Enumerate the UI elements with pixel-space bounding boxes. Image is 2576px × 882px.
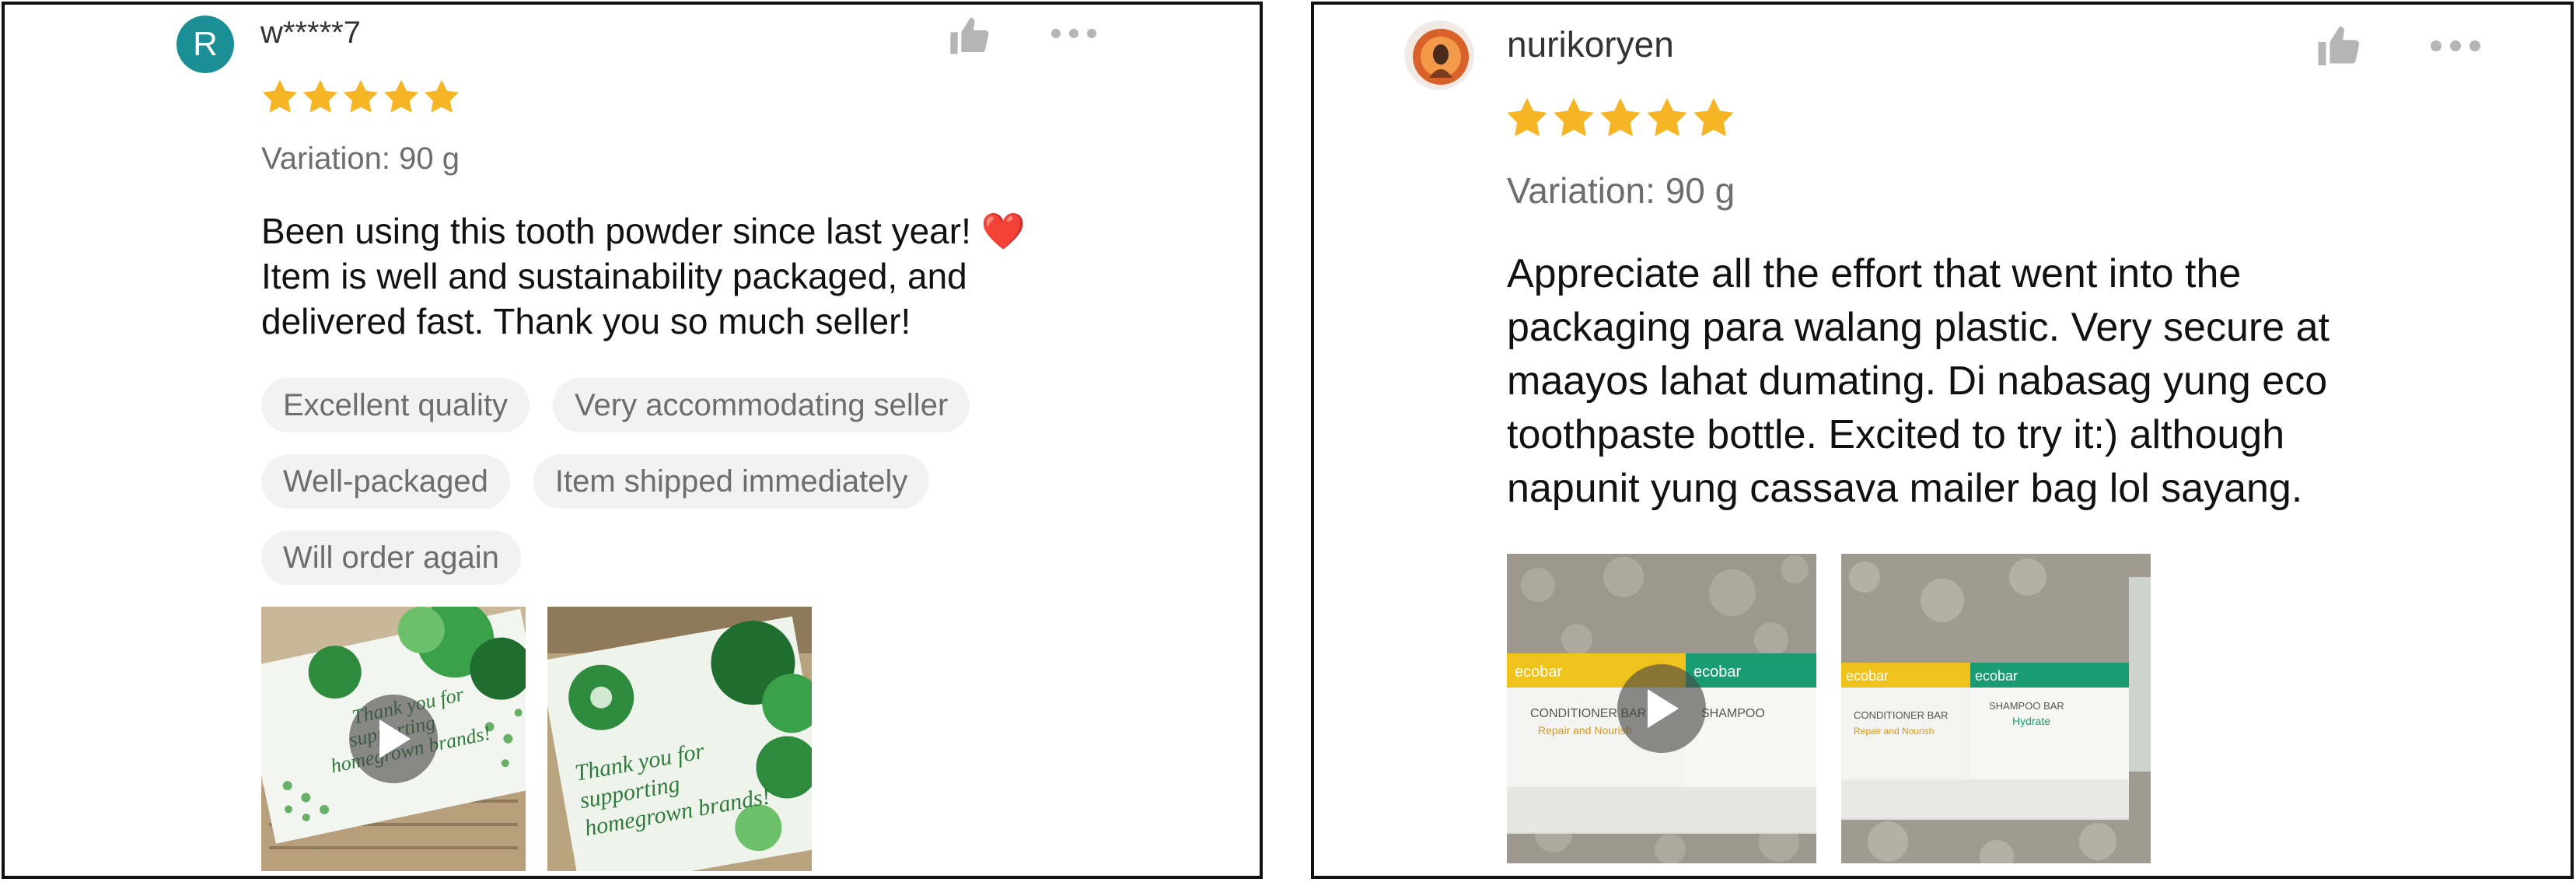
product-variation: Variation: 90 g [261, 142, 460, 176]
review-text-line: toothpaste bottle. Excited to try it:) a… [1507, 412, 2285, 457]
svg-text:ecobar: ecobar [1693, 663, 1741, 681]
star-icon [383, 79, 420, 114]
svg-text:Repair and Nourish: Repair and Nourish [1854, 726, 1934, 737]
star-icon [342, 79, 379, 114]
user-avatar[interactable] [1404, 20, 1474, 90]
review-text-line: Been using this tooth powder since last … [261, 211, 1026, 251]
svg-text:SHAMPOO BAR: SHAMPOO BAR [1989, 700, 2064, 712]
review-tag: Will order again [261, 530, 521, 585]
star-icon [302, 79, 339, 114]
thumbs-up-icon [950, 17, 989, 54]
review-text-line: Appreciate all the effort that went into… [1507, 251, 2242, 296]
review-video-thumbnail[interactable]: ecobar CONDITIONER BAR Repair and Nouris… [1507, 554, 1816, 863]
play-icon [379, 719, 411, 758]
play-button[interactable] [349, 695, 438, 783]
review-tag: Item shipped immediately [533, 454, 930, 509]
svg-text:Hydrate: Hydrate [2012, 715, 2050, 727]
review-text: Been using this tooth powder since last … [261, 208, 1026, 344]
reviewer-username: w*****7 [260, 16, 361, 50]
svg-text:ecobar: ecobar [1846, 668, 1889, 684]
review-text-line: napunit yung cassava mailer bag lol saya… [1507, 466, 2303, 511]
star-rating [261, 79, 460, 114]
review-tag: Well-packaged [261, 454, 510, 509]
svg-text:SHAMPOO: SHAMPOO [1701, 707, 1765, 720]
like-button[interactable] [945, 12, 995, 59]
review-text-line: packaging para walang plastic. Very secu… [1507, 305, 2330, 350]
review-card: nurikoryen Variation: 90 g Appreciate al… [1311, 2, 2574, 879]
more-options-icon [1051, 29, 1096, 38]
more-options-button[interactable] [1048, 22, 1099, 45]
review-tags: Excellent quality Very accommodating sel… [261, 378, 1054, 585]
star-icon [1692, 96, 1735, 138]
review-video-thumbnail[interactable]: Thank you for supporting homegrown brand… [261, 607, 526, 871]
review-text: Appreciate all the effort that went into… [1507, 247, 2330, 516]
reviewer-username: nurikoryen [1507, 24, 1674, 65]
thumbs-up-icon [2318, 26, 2360, 65]
review-text-line: maayos lahat dumating. Di nabasag yung e… [1507, 359, 2328, 404]
review-text-line: Item is well and sustainability packaged… [261, 256, 967, 296]
star-icon [1645, 96, 1689, 138]
svg-text:ecobar: ecobar [1515, 663, 1562, 681]
avatar-letter: R [193, 25, 218, 63]
avatar-photo [1406, 22, 1473, 89]
review-image-thumbnail[interactable]: ecobar CONDITIONER BAR Repair and Nouris… [1841, 554, 2151, 863]
star-icon [423, 79, 460, 114]
star-icon [261, 79, 299, 114]
review-image-thumbnail[interactable]: Thank you for supporting homegrown brand… [547, 607, 812, 871]
review-card: R w*****7 Variation: 90 g Been using thi… [2, 2, 1263, 879]
review-tag: Very accommodating seller [553, 378, 970, 432]
ecobar-boxes-image: ecobar CONDITIONER BAR Repair and Nouris… [1841, 554, 2151, 863]
play-button[interactable] [1617, 664, 1706, 753]
like-button[interactable] [2314, 22, 2365, 70]
more-options-icon [2431, 40, 2480, 51]
svg-text:Repair and Nourish: Repair and Nourish [1538, 724, 1632, 737]
product-variation: Variation: 90 g [1507, 170, 1735, 211]
review-text-line: delivered fast. Thank you so much seller… [261, 301, 911, 341]
star-rating [1505, 96, 1735, 138]
star-icon [1552, 96, 1596, 138]
svg-text:ecobar: ecobar [1975, 668, 2018, 684]
star-icon [1505, 96, 1549, 138]
review-tag: Excellent quality [261, 378, 530, 432]
more-options-button[interactable] [2427, 34, 2483, 58]
svg-text:CONDITIONER BAR: CONDITIONER BAR [1854, 709, 1948, 721]
star-icon [1599, 96, 1642, 138]
thank-you-card-image: Thank you for supporting homegrown brand… [547, 607, 812, 871]
user-avatar[interactable]: R [177, 16, 234, 73]
play-icon [1648, 689, 1679, 728]
